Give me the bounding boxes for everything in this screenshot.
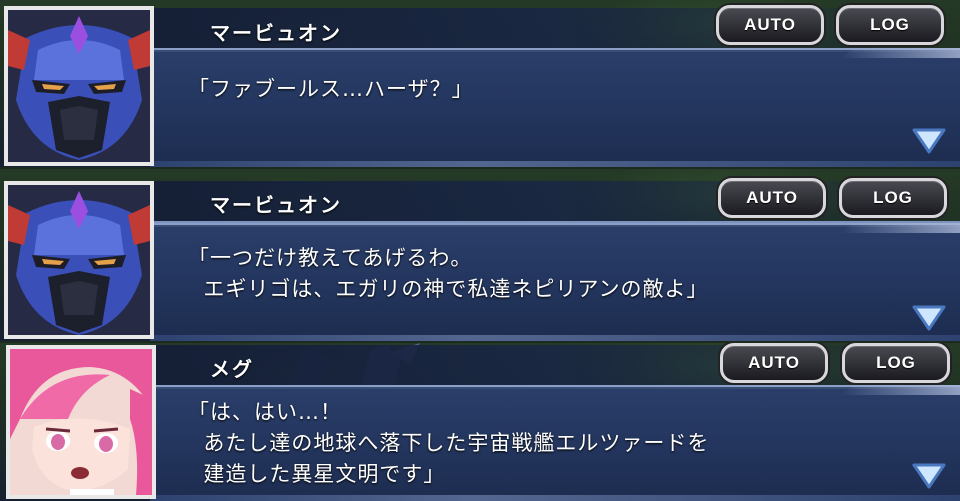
dialogue-text: 「一つだけ教えてあげるわ。 エギリゴは、エガリの神で私達ネピリアンの敵よ」	[188, 246, 709, 301]
auto-button[interactable]: AUTO	[716, 5, 824, 45]
robot-head-icon	[8, 10, 150, 162]
dialogue-text: 「ファブールス…ハーザ？」	[188, 77, 474, 101]
next-arrow-icon[interactable]	[912, 463, 946, 489]
speaker-name: マービュオン	[210, 21, 342, 45]
dialogue-text: 「は、はい…！ あたし達の地球へ落下した宇宙戦艦エルツァードを 建造した異星文明…	[188, 400, 710, 486]
dialog-box[interactable]	[150, 48, 960, 167]
auto-button[interactable]: AUTO	[720, 343, 828, 383]
dialog-panel-3: メグ 「は、はい…！ あたし達の地球へ落下した宇宙戦艦エルツァードを 建造した異…	[0, 343, 960, 501]
next-arrow-icon[interactable]	[912, 305, 946, 331]
auto-button[interactable]: AUTO	[718, 178, 826, 218]
speaker-name: メグ	[210, 357, 254, 381]
robot-head-icon	[8, 185, 150, 335]
dialog-panel-1: マービュオン 「ファブールス…ハーザ？」 AUTO LOG	[0, 0, 960, 167]
dialog-panel-2: マービュオン 「一つだけ教えてあげるわ。 エギリゴは、エガリの神で私達ネピリアン…	[0, 169, 960, 341]
character-portrait	[4, 6, 154, 166]
name-bar	[150, 345, 960, 387]
log-button[interactable]: LOG	[842, 343, 950, 383]
log-button[interactable]: LOG	[839, 178, 947, 218]
next-arrow-icon[interactable]	[912, 128, 946, 154]
log-button[interactable]: LOG	[836, 5, 944, 45]
character-portrait	[6, 345, 156, 499]
character-portrait	[4, 181, 154, 339]
speaker-name: マービュオン	[210, 193, 342, 217]
girl-face-icon	[10, 349, 152, 495]
